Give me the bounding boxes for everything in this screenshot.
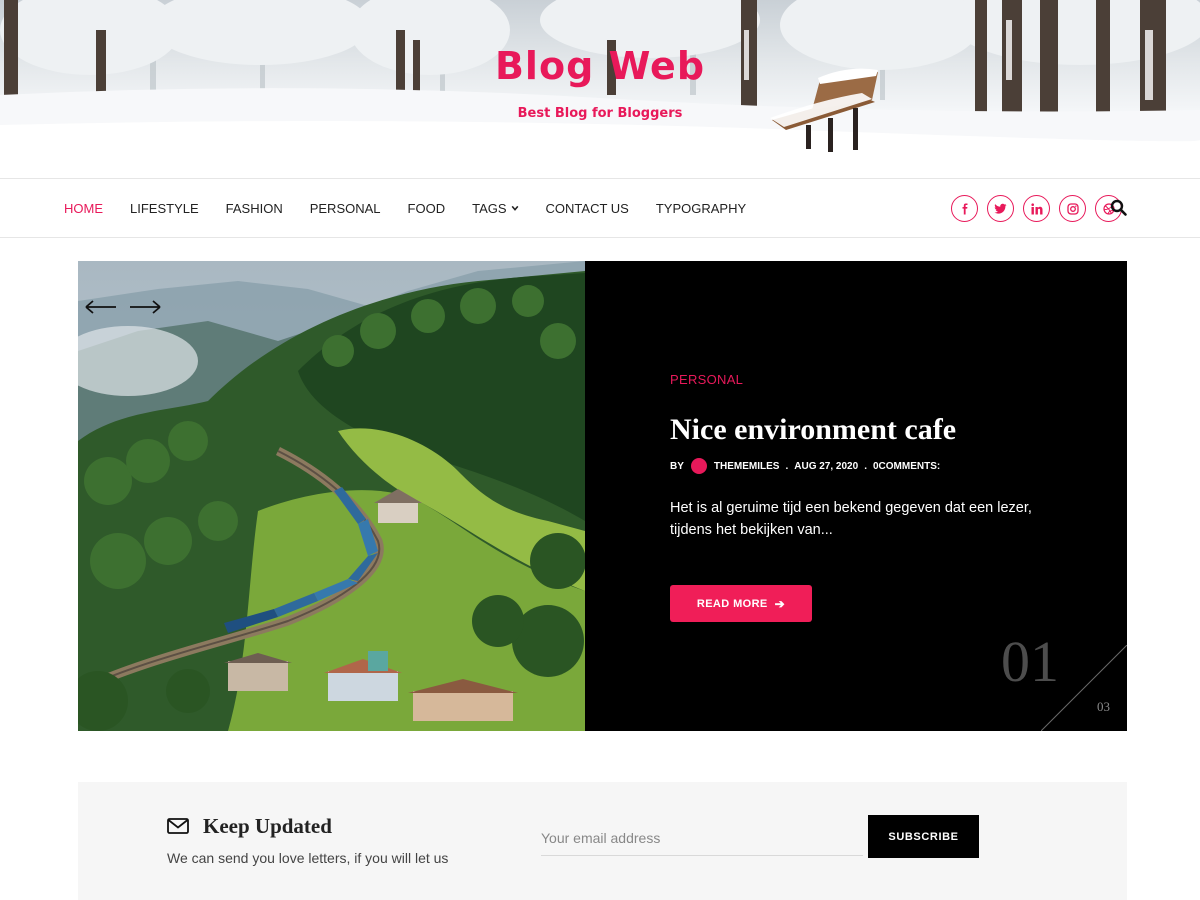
nav-menu: HOME LIFESTYLE FASHION PERSONAL FOOD TAG… (64, 179, 773, 237)
post-title[interactable]: Nice environment cafe (670, 413, 956, 447)
author-avatar[interactable] (690, 458, 707, 474)
read-more-label: READ MORE (696, 597, 768, 610)
email-field[interactable] (541, 820, 863, 856)
nav-item-home[interactable]: HOME (64, 201, 103, 216)
nav-item-lifestyle[interactable]: LIFESTYLE (130, 201, 199, 216)
slide-total-number: 03 (1097, 699, 1110, 714)
newsletter-description: We can send you love letters, if you wil… (167, 850, 449, 866)
nav-item-fashion[interactable]: FASHION (226, 201, 283, 216)
read-more-button[interactable]: READ MORE ➔ (670, 585, 812, 622)
social-links (942, 195, 1122, 222)
subscribe-button[interactable]: SUBSCRIBE (868, 815, 979, 858)
slide-content: PERSONAL Nice environment cafe BY THEMEM… (585, 261, 1127, 731)
snowy-forest-background (0, 0, 1200, 178)
main-navigation: HOME LIFESTYLE FASHION PERSONAL FOOD TAG… (0, 178, 1200, 238)
slide-image[interactable] (78, 261, 585, 731)
post-meta: BY THEMEMILES . AUG 27, 2020 . 0COMMENTS… (670, 458, 940, 474)
meta-separator: . (864, 460, 867, 472)
twitter-link[interactable] (987, 195, 1014, 222)
envelope-icon (167, 818, 189, 834)
nav-item-typography[interactable]: TYPOGRAPHY (656, 201, 746, 216)
nav-item-tags-label: TAGS (472, 200, 507, 216)
header-banner: Blog Web Best Blog for Bloggers (0, 0, 1200, 178)
arrow-right-icon: ➔ (774, 596, 786, 611)
nav-item-food[interactable]: FOOD (408, 201, 446, 216)
nav-item-tags[interactable]: TAGS (472, 201, 518, 216)
meta-by: BY (670, 460, 684, 472)
slide-divider-line (1041, 645, 1127, 731)
post-category[interactable]: PERSONAL (670, 372, 743, 387)
arrow-left-icon[interactable] (84, 299, 118, 315)
meta-date: AUG 27, 2020 (794, 460, 859, 472)
mountain-railway-photo (78, 261, 585, 731)
post-excerpt: Het is al geruime tijd een bekend gegeve… (670, 500, 1032, 538)
newsletter-section: Keep Updated We can send you love letter… (78, 782, 1127, 900)
site-title[interactable]: Blog Web (0, 44, 1200, 88)
chevron-down-icon (511, 205, 518, 211)
meta-separator: . (785, 460, 789, 472)
linkedin-link[interactable] (1023, 195, 1050, 222)
site-tagline: Best Blog for Bloggers (517, 106, 683, 121)
twitter-icon (994, 203, 1007, 214)
featured-slider: PERSONAL Nice environment cafe BY THEMEM… (78, 261, 1127, 731)
instagram-icon (1066, 202, 1079, 215)
newsletter-title: Keep Updated (203, 814, 332, 838)
search-icon[interactable] (1110, 199, 1128, 217)
facebook-icon (962, 203, 967, 214)
instagram-link[interactable] (1059, 195, 1086, 222)
meta-comments[interactable]: 0COMMENTS: (873, 461, 940, 472)
nav-item-contact-us[interactable]: CONTACT US (546, 201, 629, 216)
nav-item-personal[interactable]: PERSONAL (310, 201, 381, 216)
facebook-link[interactable] (951, 195, 978, 222)
arrow-right-icon[interactable] (128, 299, 162, 315)
linkedin-icon (1030, 202, 1042, 214)
meta-author[interactable]: THEMEMILES (714, 461, 780, 472)
